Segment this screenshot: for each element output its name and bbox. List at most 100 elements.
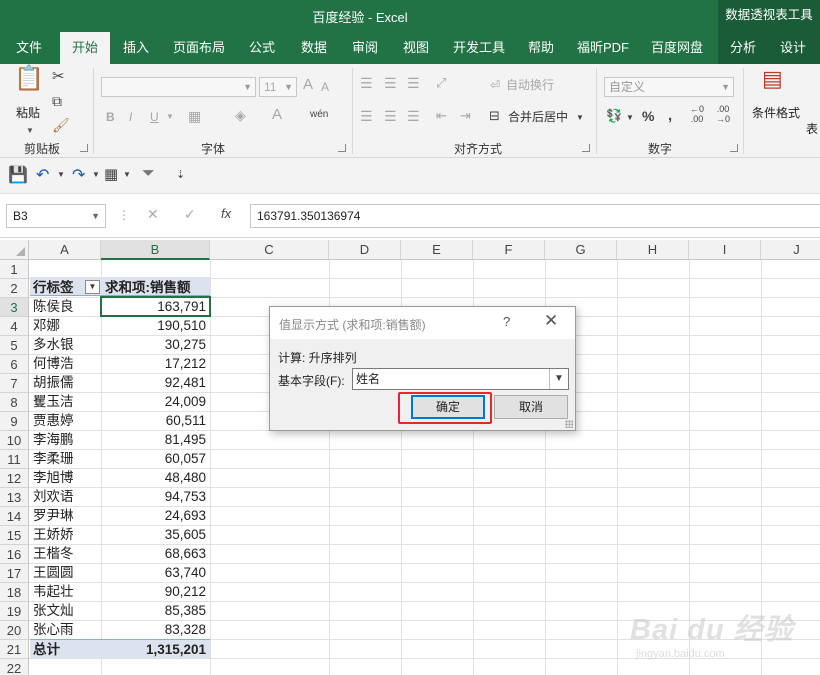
pivot-row-value[interactable]: 68,663 xyxy=(101,544,209,563)
pivot-row-label[interactable]: 胡振儒 xyxy=(30,373,100,392)
pivot-row-label[interactable]: 邓娜 xyxy=(30,316,100,335)
chevron-down-icon[interactable]: ▼ xyxy=(57,170,65,179)
chevron-down-icon[interactable]: ▼ xyxy=(166,108,174,126)
tab-analyze[interactable]: 分析 xyxy=(722,32,764,64)
insert-function-button[interactable]: fx xyxy=(221,206,231,221)
select-all-button[interactable] xyxy=(0,240,29,260)
column-header-j[interactable]: J xyxy=(761,240,820,260)
number-launcher-icon[interactable] xyxy=(730,144,738,152)
pivot-row-value[interactable]: 35,605 xyxy=(101,525,209,544)
row-header[interactable]: 19 xyxy=(0,602,29,621)
tab-formulas[interactable]: 公式 xyxy=(240,32,284,64)
comma-style-icon[interactable]: , xyxy=(668,107,672,125)
increase-decimal-icon[interactable]: ←0.00 xyxy=(690,104,704,124)
chevron-down-icon[interactable]: ▼ xyxy=(26,122,34,140)
tab-help[interactable]: 帮助 xyxy=(520,32,562,64)
italic-button[interactable]: I xyxy=(129,108,132,126)
pivot-row-label[interactable]: 李海鹏 xyxy=(30,430,100,449)
row-header[interactable]: 11 xyxy=(0,450,29,469)
row-header[interactable]: 2 xyxy=(0,279,29,298)
bold-button[interactable]: B xyxy=(106,108,115,126)
row-header[interactable]: 14 xyxy=(0,507,29,526)
font-launcher-icon[interactable] xyxy=(338,144,346,152)
column-header-a[interactable]: A xyxy=(29,240,101,260)
row-header[interactable]: 22 xyxy=(0,659,29,675)
pivot-row-value[interactable]: 30,275 xyxy=(101,335,209,354)
chevron-down-icon[interactable]: ▼ xyxy=(626,109,634,127)
underline-button[interactable]: U xyxy=(150,108,159,126)
paste-icon[interactable]: 📋 xyxy=(14,67,44,91)
grand-total-label[interactable]: 总计 xyxy=(30,640,100,659)
grow-font-icon[interactable]: A xyxy=(303,76,313,94)
increase-indent-icon[interactable]: ⇥ xyxy=(460,107,471,125)
orientation-icon[interactable]: ⤢ xyxy=(436,74,446,92)
pivot-row-label[interactable]: 王娇娇 xyxy=(30,525,100,544)
pivot-row-label[interactable]: 何博浩 xyxy=(30,354,100,373)
customize-qat-icon[interactable]: ⇣ xyxy=(176,168,185,181)
paste-button[interactable]: 粘贴 xyxy=(16,104,40,122)
pivot-row-label[interactable]: 韦起壮 xyxy=(30,582,100,601)
pivot-row-value[interactable]: 92,481 xyxy=(101,373,209,392)
pivot-row-label[interactable]: 李旭博 xyxy=(30,468,100,487)
tab-insert[interactable]: 插入 xyxy=(112,32,160,64)
pivot-row-label[interactable]: 王楷冬 xyxy=(30,544,100,563)
chevron-down-icon[interactable]: ▼ xyxy=(549,369,568,389)
shrink-font-icon[interactable]: A xyxy=(321,78,329,96)
row-header[interactable]: 3 xyxy=(0,298,29,317)
filter-icon[interactable]: ⏷ xyxy=(142,165,155,183)
cut-icon[interactable]: ✂ xyxy=(52,68,65,86)
resize-grip-icon[interactable] xyxy=(565,420,573,428)
pivot-row-label[interactable]: 多水银 xyxy=(30,335,100,354)
confirm-entry-icon[interactable]: ✓ xyxy=(184,206,196,223)
pivot-row-label[interactable]: 陈侯良 xyxy=(30,297,100,316)
row-header[interactable]: 5 xyxy=(0,336,29,355)
pivot-row-value[interactable]: 83,328 xyxy=(101,620,209,639)
column-header-b[interactable]: B xyxy=(101,240,210,260)
pivot-row-value[interactable]: 81,495 xyxy=(101,430,209,449)
tab-data[interactable]: 数据 xyxy=(292,32,336,64)
row-header[interactable]: 18 xyxy=(0,583,29,602)
align-middle-icon[interactable]: ☰ xyxy=(384,74,397,92)
tab-foxit-pdf[interactable]: 福昕PDF xyxy=(571,32,635,64)
undo-icon[interactable]: ↶ xyxy=(36,165,49,185)
close-icon[interactable]: ✕ xyxy=(544,311,558,331)
row-header[interactable]: 20 xyxy=(0,621,29,640)
align-center-icon[interactable]: ☰ xyxy=(384,107,397,125)
decrease-indent-icon[interactable]: ⇤ xyxy=(436,107,447,125)
pivot-row-label[interactable]: 张心雨 xyxy=(30,620,100,639)
column-header-c[interactable]: C xyxy=(210,240,329,260)
clipboard-launcher-icon[interactable] xyxy=(80,144,88,152)
tab-design[interactable]: 设计 xyxy=(772,32,814,64)
pivot-row-label[interactable]: 贾惠婷 xyxy=(30,411,100,430)
phonetic-guide-icon[interactable]: wén xyxy=(310,106,328,124)
merge-center-icon[interactable]: ⊟ xyxy=(489,107,500,125)
column-header-g[interactable]: G xyxy=(545,240,617,260)
tab-page-layout[interactable]: 页面布局 xyxy=(168,32,230,64)
column-header-h[interactable]: H xyxy=(617,240,689,260)
grand-total-value[interactable]: 1,315,201 xyxy=(101,640,209,659)
row-header[interactable]: 4 xyxy=(0,317,29,336)
pivot-row-value[interactable]: 24,009 xyxy=(101,392,209,411)
pivot-row-value[interactable]: 24,693 xyxy=(101,506,209,525)
formula-input[interactable]: 163791.350136974 xyxy=(250,204,820,228)
tab-review[interactable]: 审阅 xyxy=(343,32,387,64)
row-header[interactable]: 6 xyxy=(0,355,29,374)
copy-icon[interactable]: ⧉ xyxy=(52,92,62,110)
pivot-row-value[interactable]: 63,740 xyxy=(101,563,209,582)
column-header-d[interactable]: D xyxy=(329,240,401,260)
pivot-row-label[interactable]: 罗尹琳 xyxy=(30,506,100,525)
row-header[interactable]: 7 xyxy=(0,374,29,393)
chevron-down-icon[interactable]: ▼ xyxy=(92,170,100,179)
name-box[interactable]: B3 ▼ xyxy=(6,204,106,228)
tab-view[interactable]: 视图 xyxy=(394,32,438,64)
pivot-row-label[interactable]: 刘欢语 xyxy=(30,487,100,506)
pivot-row-value[interactable]: 48,480 xyxy=(101,468,209,487)
format-as-table-button[interactable]: 表 xyxy=(806,120,818,138)
row-header[interactable]: 13 xyxy=(0,488,29,507)
conditional-formatting-button[interactable]: 条件格式 xyxy=(752,104,800,122)
cancel-button[interactable]: 取消 xyxy=(494,395,568,419)
pivot-row-label[interactable]: 矍玉洁 xyxy=(30,392,100,411)
font-color-icon[interactable]: A xyxy=(272,106,282,124)
tab-file[interactable]: 文件 xyxy=(4,32,54,64)
align-bottom-icon[interactable]: ☰ xyxy=(407,74,420,92)
